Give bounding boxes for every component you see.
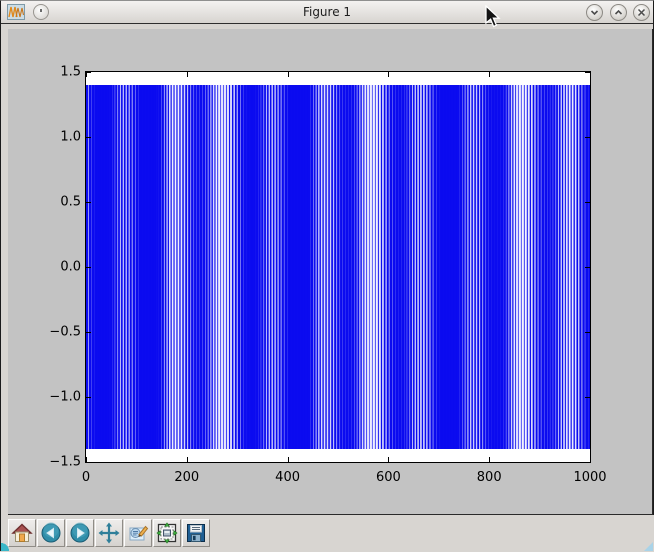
save-floppy-icon <box>185 522 207 544</box>
x-tick-mark <box>388 72 389 77</box>
close-button[interactable] <box>633 4 650 21</box>
back-button[interactable] <box>37 519 65 547</box>
y-tick-label: 1.0 <box>60 130 81 145</box>
y-tick-mark <box>86 202 91 203</box>
zoom-edit-icon <box>127 522 149 544</box>
chevron-up-icon <box>612 6 625 19</box>
x-tick-label: 600 <box>376 470 401 485</box>
navigation-toolbar <box>1 515 654 552</box>
y-tick-mark <box>86 267 91 268</box>
x-tick-mark <box>187 457 188 462</box>
y-tick-label: −1.5 <box>49 455 81 470</box>
y-tick-mark <box>585 462 590 463</box>
x-tick-mark <box>288 72 289 77</box>
x-tick-label: 0 <box>82 470 90 485</box>
y-tick-mark <box>585 397 590 398</box>
y-tick-mark <box>585 332 590 333</box>
x-tick-label: 200 <box>174 470 199 485</box>
close-icon <box>635 6 648 19</box>
title-bar[interactable]: Figure 1 <box>1 1 653 24</box>
back-arrow-icon <box>40 522 62 544</box>
y-tick-mark <box>585 137 590 138</box>
y-tick-mark <box>585 202 590 203</box>
figure-window: Figure 1 0 200 400 600 800 1000 1.5 1.0 0.5 0.0 −0… <box>0 0 654 551</box>
home-icon <box>11 522 33 544</box>
x-tick-label: 1000 <box>573 470 606 485</box>
x-tick-mark <box>590 72 591 77</box>
y-tick-label: −0.5 <box>49 325 81 340</box>
y-tick-label: 1.5 <box>60 65 81 80</box>
y-tick-mark <box>585 72 590 73</box>
subplots-icon <box>156 522 178 544</box>
y-tick-mark <box>86 397 91 398</box>
window-title: Figure 1 <box>1 1 653 23</box>
y-tick-mark <box>86 332 91 333</box>
y-tick-mark <box>86 462 91 463</box>
y-tick-mark <box>86 137 91 138</box>
plot-area[interactable] <box>85 71 591 463</box>
pan-arrows-icon <box>98 522 120 544</box>
x-tick-mark <box>288 457 289 462</box>
x-tick-mark <box>388 457 389 462</box>
x-tick-mark <box>187 72 188 77</box>
chevron-down-icon <box>588 6 601 19</box>
configure-subplots-button[interactable] <box>153 519 181 547</box>
y-tick-label: 0.5 <box>60 195 81 210</box>
zoom-button[interactable] <box>124 519 152 547</box>
resize-grip[interactable] <box>644 542 653 551</box>
x-tick-label: 400 <box>275 470 300 485</box>
save-button[interactable] <box>182 519 210 547</box>
forward-arrow-icon <box>69 522 91 544</box>
y-tick-mark <box>585 267 590 268</box>
pan-button[interactable] <box>95 519 123 547</box>
window-corner-accent-left <box>1 543 10 551</box>
figure-canvas[interactable]: 0 200 400 600 800 1000 1.5 1.0 0.5 0.0 −0.5 −1.0 −1.… <box>8 29 653 515</box>
x-tick-mark <box>489 72 490 77</box>
maximize-button[interactable] <box>610 4 627 21</box>
y-tick-label: 0.0 <box>60 260 81 275</box>
signal-waveform <box>86 85 590 449</box>
forward-button[interactable] <box>66 519 94 547</box>
x-tick-mark <box>489 457 490 462</box>
home-button[interactable] <box>8 519 36 547</box>
x-tick-label: 800 <box>477 470 502 485</box>
y-tick-label: −1.0 <box>49 390 81 405</box>
y-tick-mark <box>86 72 91 73</box>
x-tick-mark <box>590 457 591 462</box>
shade-button[interactable] <box>586 4 603 21</box>
